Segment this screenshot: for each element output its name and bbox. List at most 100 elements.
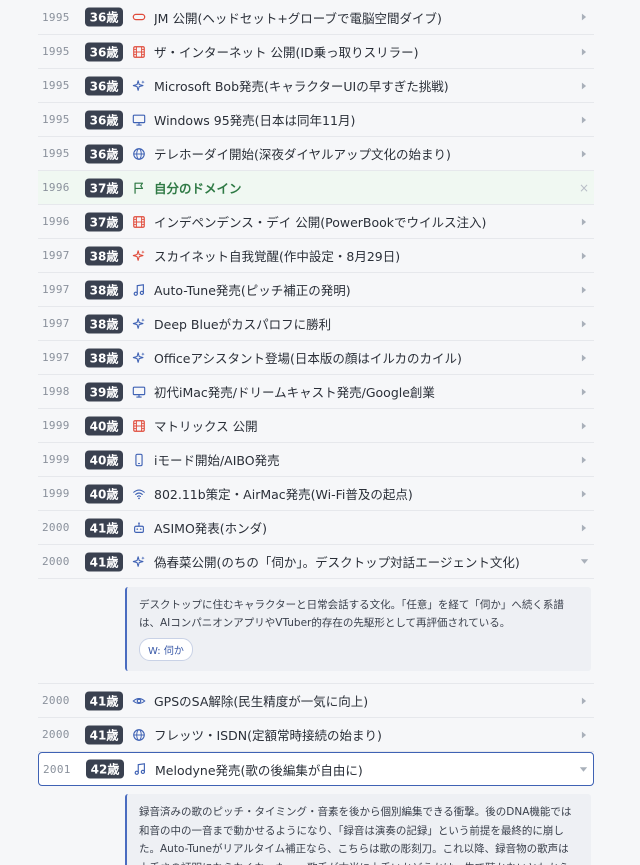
age-badge: 36歳 bbox=[85, 7, 123, 27]
row-year: 2000 bbox=[42, 521, 70, 534]
chevron-right-icon[interactable] bbox=[578, 114, 590, 126]
timeline-row[interactable]: 1996 37歳 インデペンデンス・デイ 公開(PowerBookでウイルス注入) bbox=[38, 205, 594, 239]
chevron-right-icon[interactable] bbox=[578, 386, 590, 398]
row-title: 自分のドメイン bbox=[154, 181, 242, 196]
timeline-row-expanded[interactable]: 2000 41歳 偽春菜公開(のちの「伺か」。デスクトップ対話エージェント文化) bbox=[38, 545, 594, 579]
chevron-right-icon[interactable] bbox=[578, 522, 590, 534]
chevron-right-icon[interactable] bbox=[578, 352, 590, 364]
row-year: 1995 bbox=[42, 79, 70, 92]
chevron-right-icon[interactable] bbox=[578, 488, 590, 500]
chevron-right-icon[interactable] bbox=[578, 695, 590, 707]
age-badge: 41歳 bbox=[85, 691, 123, 710]
timeline-row[interactable]: 1995 36歳 Windows 95発売(日本は同年11月) bbox=[38, 103, 594, 137]
robot-icon bbox=[131, 520, 147, 536]
timeline-list: 1995 36歳 JM 公開(ヘッドセット+グローブで電脳空間ダイブ) 1995 36歳… bbox=[38, 0, 594, 865]
row-year: 2001 bbox=[43, 762, 71, 776]
age-badge: 40歳 bbox=[85, 484, 123, 503]
timeline-row[interactable]: 1997 38歳 スカイネット自我覚醒(作中設定・8月29日) bbox=[38, 239, 594, 273]
detail-text: デスクトップに住むキャラクターと日常会話する文化。「任意」を経て「伺か」へ続く系… bbox=[139, 599, 564, 629]
chevron-right-icon[interactable] bbox=[578, 729, 590, 741]
row-year: 1996 bbox=[42, 215, 70, 228]
sparkle-icon bbox=[131, 78, 147, 94]
timeline-row[interactable]: 1998 39歳 初代iMac発売/ドリームキャスト発売/Google創業 bbox=[38, 375, 594, 409]
row-year: 1997 bbox=[42, 249, 70, 262]
chevron-right-icon[interactable] bbox=[578, 216, 590, 228]
row-year: 1999 bbox=[42, 487, 70, 500]
chevron-right-icon[interactable] bbox=[578, 46, 590, 58]
age-badge: 41歳 bbox=[85, 725, 123, 744]
timeline-row-highlight[interactable]: 1996 37歳 自分のドメイン × bbox=[38, 171, 594, 205]
row-detail-panel: 録音済みの歌のピッチ・タイミング・音素を後から個別編集できる衝撃。後のDNA機能… bbox=[38, 786, 594, 865]
phone-icon bbox=[131, 452, 147, 468]
chevron-right-icon[interactable] bbox=[578, 11, 590, 23]
timeline-row[interactable]: 1995 36歳 ザ・インターネット 公開(ID乗っ取りスリラー) bbox=[38, 35, 594, 69]
wiki-tag-link[interactable]: W: 伺か bbox=[139, 638, 193, 661]
row-year: 1999 bbox=[42, 419, 70, 432]
sparkle-icon bbox=[131, 554, 147, 570]
row-title: Microsoft Bob発売(キャラクターUIの早すぎた挑戦) bbox=[154, 79, 449, 94]
wifi-icon bbox=[131, 486, 147, 502]
age-badge: 40歳 bbox=[85, 450, 123, 469]
timeline-row[interactable]: 1999 40歳 802.11b策定・AirMac発売(Wi-Fi普及の起点) bbox=[38, 477, 594, 511]
chevron-right-icon[interactable] bbox=[578, 250, 590, 262]
row-year: 1995 bbox=[42, 113, 70, 126]
timeline-row[interactable]: 1995 36歳 Microsoft Bob発売(キャラクターUIの早すぎた挑戦) bbox=[38, 69, 594, 103]
age-badge: 41歳 bbox=[85, 552, 123, 571]
row-title: Deep Blueがカスパロフに勝利 bbox=[154, 317, 332, 332]
film-icon bbox=[131, 44, 147, 60]
timeline-row[interactable]: 1995 36歳 JM 公開(ヘッドセット+グローブで電脳空間ダイブ) bbox=[38, 0, 594, 35]
row-title: インデペンデンス・デイ 公開(PowerBookでウイルス注入) bbox=[154, 215, 487, 230]
row-year: 1998 bbox=[42, 385, 70, 398]
film-icon bbox=[131, 418, 147, 434]
timeline-row[interactable]: 1997 38歳 Deep Blueがカスパロフに勝利 bbox=[38, 307, 594, 341]
age-badge: 36歳 bbox=[85, 76, 123, 95]
row-title: スカイネット自我覚醒(作中設定・8月29日) bbox=[154, 249, 401, 264]
film-icon bbox=[131, 214, 147, 230]
row-title: GPSのSA解除(民生精度が一気に向上) bbox=[154, 694, 369, 709]
timeline-row[interactable]: 1999 40歳 iモード開始/AIBO発売 bbox=[38, 443, 594, 477]
chevron-right-icon[interactable] bbox=[578, 454, 590, 466]
row-title: Melodyne発売(歌の後編集が自由に) bbox=[155, 762, 363, 778]
row-title: ザ・インターネット 公開(ID乗っ取りスリラー) bbox=[154, 45, 419, 60]
chevron-right-icon[interactable] bbox=[578, 284, 590, 296]
detail-box: 録音済みの歌のピッチ・タイミング・音素を後から個別編集できる衝撃。後のDNA機能… bbox=[125, 794, 591, 865]
row-title: 初代iMac発売/ドリームキャスト発売/Google創業 bbox=[154, 385, 435, 400]
row-year: 1997 bbox=[42, 317, 70, 330]
timeline-row[interactable]: 2000 41歳 フレッツ・ISDN(定額常時接続の始まり) bbox=[38, 718, 594, 752]
row-year: 1995 bbox=[42, 45, 70, 58]
timeline-row[interactable]: 2000 41歳 ASIMO発表(ホンダ) bbox=[38, 511, 594, 545]
row-title: テレホーダイ開始(深夜ダイヤルアップ文化の始まり) bbox=[154, 147, 451, 162]
monitor-icon bbox=[131, 112, 147, 128]
age-badge: 37歳 bbox=[85, 178, 123, 197]
chevron-right-icon[interactable] bbox=[578, 318, 590, 330]
timeline-row-selected[interactable]: 2001 42歳 Melodyne発売(歌の後編集が自由に) bbox=[38, 752, 594, 786]
close-icon[interactable]: × bbox=[578, 181, 590, 195]
timeline-row[interactable]: 1999 40歳 マトリックス 公開 bbox=[38, 409, 594, 443]
chevron-right-icon[interactable] bbox=[578, 80, 590, 92]
timeline-row[interactable]: 1995 36歳 テレホーダイ開始(深夜ダイヤルアップ文化の始まり) bbox=[38, 137, 594, 171]
row-year: 2000 bbox=[42, 728, 70, 741]
globe-icon bbox=[131, 146, 147, 162]
row-year: 1997 bbox=[42, 351, 70, 364]
chevron-down-icon[interactable] bbox=[578, 556, 590, 568]
row-title: 802.11b策定・AirMac発売(Wi-Fi普及の起点) bbox=[154, 487, 413, 502]
chevron-right-icon[interactable] bbox=[578, 420, 590, 432]
monitor-icon bbox=[131, 384, 147, 400]
timeline-row[interactable]: 2000 41歳 GPSのSA解除(民生精度が一気に向上) bbox=[38, 684, 594, 718]
chevron-down-icon[interactable] bbox=[577, 763, 589, 775]
goggles-icon bbox=[131, 9, 147, 25]
row-title: フレッツ・ISDN(定額常時接続の始まり) bbox=[154, 728, 382, 743]
row-title: Windows 95発売(日本は同年11月) bbox=[154, 113, 356, 128]
timeline-row[interactable]: 1997 38歳 Officeアシスタント登場(日本版の顔はイルカのカイル) bbox=[38, 341, 594, 375]
age-badge: 42歳 bbox=[86, 759, 124, 779]
timeline-row[interactable]: 1997 38歳 Auto-Tune発売(ピッチ補正の発明) bbox=[38, 273, 594, 307]
age-badge: 41歳 bbox=[85, 518, 123, 537]
row-title: 偽春菜公開(のちの「伺か」。デスクトップ対話エージェント文化) bbox=[154, 555, 520, 570]
chevron-right-icon[interactable] bbox=[578, 148, 590, 160]
age-badge: 38歳 bbox=[85, 314, 123, 333]
row-year: 2000 bbox=[42, 555, 70, 568]
row-year: 2000 bbox=[42, 694, 70, 707]
age-badge: 38歳 bbox=[85, 246, 123, 265]
row-title: Officeアシスタント登場(日本版の顔はイルカのカイル) bbox=[154, 351, 462, 366]
sparkle-icon bbox=[131, 248, 147, 264]
